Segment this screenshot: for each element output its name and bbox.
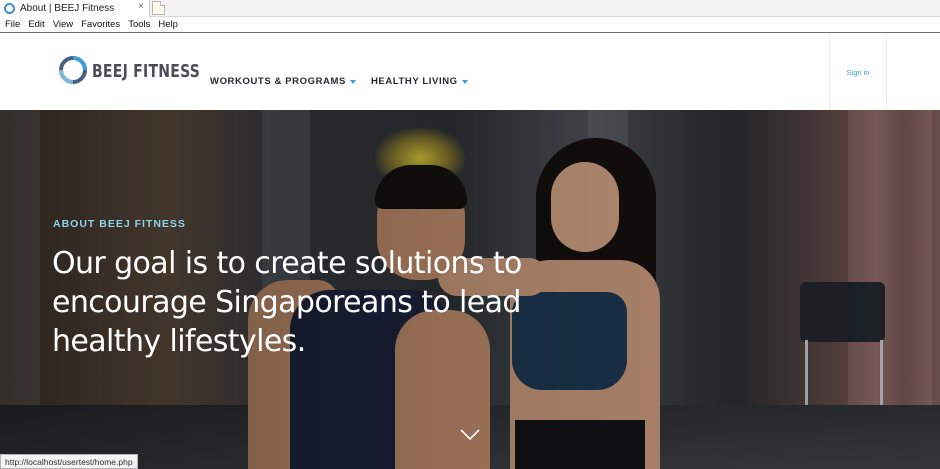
tab-title: About | BEEJ Fitness <box>20 3 115 14</box>
chevron-down-icon <box>461 79 468 84</box>
chevron-down-icon <box>349 79 356 84</box>
nav-label: WORKOUTS & PROGRAMS <box>210 76 346 87</box>
menu-favorites[interactable]: Favorites <box>81 19 120 30</box>
page-loading-icon <box>4 3 15 14</box>
status-bar-url: http://localhost/usertest/home.php <box>0 454 138 469</box>
logo-icon[interactable] <box>59 56 87 84</box>
browser-tab[interactable]: About | BEEJ Fitness × <box>0 0 150 17</box>
nav-label: HEALTHY LIVING <box>370 76 458 87</box>
hero-title: Our goal is to create solutions to encou… <box>52 246 522 359</box>
browser-menu-bar: File Edit View Favorites Tools Help <box>0 17 940 33</box>
menu-file[interactable]: File <box>5 19 20 30</box>
menu-view[interactable]: View <box>53 19 73 30</box>
logo-text[interactable]: BEEJ FITNESS <box>92 61 200 82</box>
menu-tools[interactable]: Tools <box>128 19 150 30</box>
chevron-down-icon[interactable] <box>460 428 480 442</box>
signin-area: Sign in <box>829 34 887 110</box>
hero-banner: ABOUT BEEJ FITNESS Our goal is to create… <box>0 110 940 469</box>
tab-close-icon[interactable]: × <box>138 1 144 12</box>
hero-eyebrow: ABOUT BEEJ FITNESS <box>53 218 186 230</box>
new-tab-icon[interactable] <box>152 1 165 15</box>
browser-tab-bar: About | BEEJ Fitness × <box>0 0 940 17</box>
menu-help[interactable]: Help <box>158 19 178 30</box>
nav-workouts-programs[interactable]: WORKOUTS & PROGRAMS <box>210 76 356 87</box>
site-header: BEEJ FITNESS WORKOUTS & PROGRAMS HEALTHY… <box>0 34 940 110</box>
main-nav: WORKOUTS & PROGRAMS HEALTHY LIVING <box>210 76 483 87</box>
menu-edit[interactable]: Edit <box>28 19 44 30</box>
signin-link[interactable]: Sign in <box>847 68 870 77</box>
nav-healthy-living[interactable]: HEALTHY LIVING <box>371 76 468 87</box>
